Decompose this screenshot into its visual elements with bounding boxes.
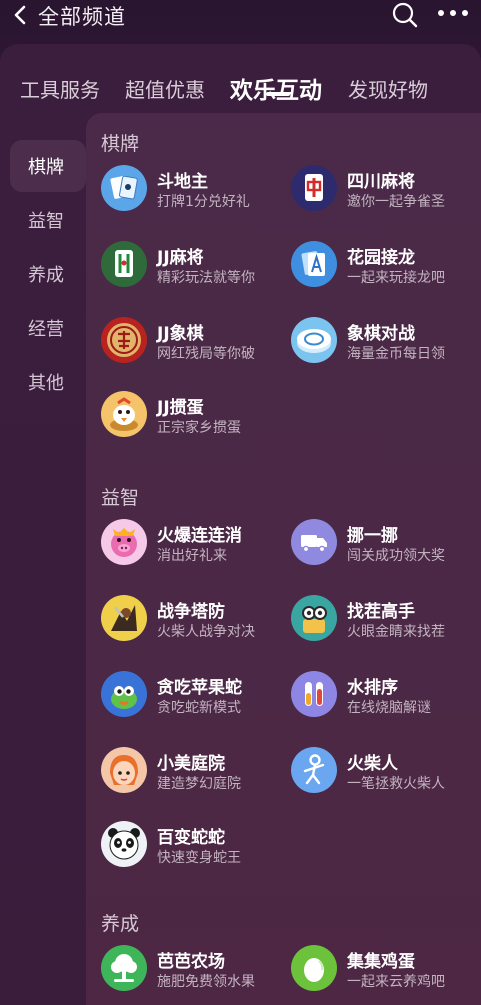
- search-icon[interactable]: [392, 2, 418, 28]
- item-name: 百变蛇蛇: [157, 828, 225, 848]
- poker-cards-icon: [101, 165, 147, 211]
- item-name: 四川麻将: [347, 172, 415, 192]
- section-title-puzzle: 益智: [101, 487, 140, 509]
- tab-fun[interactable]: 欢乐互动: [230, 71, 322, 105]
- sidenav-item-puzzle[interactable]: 益智: [10, 194, 86, 246]
- girl-face-icon: [101, 747, 147, 793]
- item-desc: 快速变身蛇王: [157, 850, 241, 866]
- farm-tree-icon: [101, 945, 147, 991]
- item-name: 贪吃苹果蛇: [157, 678, 242, 698]
- stickman-icon: [291, 747, 337, 793]
- item-desc: 火眼金睛来找茬: [347, 624, 445, 640]
- solitaire-card-icon: [291, 241, 337, 287]
- panda-icon: [101, 821, 147, 867]
- pig-icon: [101, 519, 147, 565]
- truck-icon: [291, 519, 337, 565]
- item-name: 花园接龙: [347, 248, 415, 268]
- more-dots-icon[interactable]: [437, 8, 469, 18]
- item-name: 找茬高手: [347, 602, 415, 622]
- item-desc: 消出好礼来: [157, 548, 227, 564]
- list-item[interactable]: 四川麻将 邀你一起争雀圣: [291, 165, 481, 225]
- item-desc: 一笔拯救火柴人: [347, 776, 445, 792]
- item-desc: 一起来玩接龙吧: [347, 270, 445, 286]
- item-name: 战争塔防: [157, 602, 225, 622]
- magnifier-face-icon: [291, 595, 337, 641]
- list-item[interactable]: 火爆连连消 消出好礼来: [101, 519, 291, 579]
- mahjong-bamboo-icon: [101, 241, 147, 287]
- item-desc: 贪吃蛇新模式: [157, 700, 241, 716]
- list-item[interactable]: 小美庭院 建造梦幻庭院: [101, 747, 291, 807]
- xiangqi-shuai-icon: [101, 317, 147, 363]
- item-name: 集集鸡蛋: [347, 952, 415, 972]
- list-item[interactable]: 斗地主 打牌1分兑好礼: [101, 165, 291, 225]
- list-item[interactable]: 火柴人 一笔拯救火柴人: [291, 747, 481, 807]
- list-item[interactable]: JJ麻将 精彩玩法就等你: [101, 241, 291, 301]
- item-name: JJ麻将: [157, 248, 204, 268]
- item-name: JJ掼蛋: [157, 398, 204, 418]
- list-item[interactable]: 水排序 在线烧脑解谜: [291, 671, 481, 731]
- item-name: 火爆连连消: [157, 526, 242, 546]
- list-item[interactable]: 挪一挪 闯关成功领大奖: [291, 519, 481, 579]
- tab-tools[interactable]: 工具服务: [20, 74, 100, 103]
- sidenav-item-other[interactable]: 其他: [10, 356, 86, 408]
- list-item[interactable]: 百变蛇蛇 快速变身蛇王: [101, 821, 291, 881]
- item-name: 水排序: [347, 678, 398, 698]
- item-name: 火柴人: [347, 754, 398, 774]
- sidenav-item-chess[interactable]: 棋牌: [10, 140, 86, 192]
- tab-deals[interactable]: 超值优惠: [125, 74, 205, 103]
- item-name: 芭芭农场: [157, 952, 225, 972]
- guandan-bird-icon: [101, 391, 147, 437]
- top-bar: 全部频道: [0, 0, 481, 32]
- item-desc: 海量金币每日领: [347, 346, 445, 362]
- xiangqi-piece-icon: [291, 317, 337, 363]
- channel-content: 棋牌 斗地主 打牌1分兑好礼 四川麻将 邀你一起争雀圣 JJ麻将 精彩玩法就等你…: [86, 113, 481, 1005]
- item-name: JJ象棋: [157, 324, 204, 344]
- section-title-chess: 棋牌: [101, 133, 140, 155]
- item-desc: 打牌1分兑好礼: [157, 194, 250, 210]
- list-item[interactable]: 贪吃苹果蛇 贪吃蛇新模式: [101, 671, 291, 731]
- active-tab-indicator: [266, 92, 290, 96]
- back-chevron-icon[interactable]: [12, 5, 28, 25]
- item-name: 小美庭院: [157, 754, 225, 774]
- list-item[interactable]: JJ象棋 网红残局等你破: [101, 317, 291, 377]
- list-item[interactable]: 象棋对战 海量金币每日领: [291, 317, 481, 377]
- item-desc: 在线烧脑解谜: [347, 700, 431, 716]
- item-desc: 精彩玩法就等你: [157, 270, 255, 286]
- item-desc: 闯关成功领大奖: [347, 548, 445, 564]
- water-tubes-icon: [291, 671, 337, 717]
- item-desc: 正宗家乡掼蛋: [157, 420, 241, 436]
- sidenav-item-raise[interactable]: 养成: [10, 248, 86, 300]
- egg-icon: [291, 945, 337, 991]
- item-name: 斗地主: [157, 172, 208, 192]
- list-item[interactable]: 找茬高手 火眼金睛来找茬: [291, 595, 481, 655]
- list-item[interactable]: 集集鸡蛋 一起来云养鸡吧: [291, 945, 481, 1005]
- channel-tabs: 工具服务 超值优惠 欢乐互动 发现好物: [0, 58, 481, 108]
- mahjong-zhong-icon: [291, 165, 337, 211]
- item-desc: 邀你一起争雀圣: [347, 194, 445, 210]
- snake-icon: [101, 671, 147, 717]
- item-name: 象棋对战: [347, 324, 415, 344]
- list-item[interactable]: JJ掼蛋 正宗家乡掼蛋: [101, 391, 291, 451]
- item-desc: 网红残局等你破: [157, 346, 255, 362]
- sidenav-item-manage[interactable]: 经营: [10, 302, 86, 354]
- warrior-icon: [101, 595, 147, 641]
- item-desc: 一起来云养鸡吧: [347, 974, 445, 990]
- category-sidenav: 棋牌 益智 养成 经营 其他: [0, 138, 90, 458]
- list-item[interactable]: 战争塔防 火柴人战争对决: [101, 595, 291, 655]
- tab-discover[interactable]: 发现好物: [348, 74, 428, 103]
- section-title-raise: 养成: [101, 913, 140, 935]
- item-desc: 施肥免费领水果: [157, 974, 255, 990]
- item-desc: 火柴人战争对决: [157, 624, 255, 640]
- page-title: 全部频道: [38, 5, 126, 29]
- item-desc: 建造梦幻庭院: [157, 776, 241, 792]
- item-name: 挪一挪: [347, 526, 398, 546]
- list-item[interactable]: 花园接龙 一起来玩接龙吧: [291, 241, 481, 301]
- list-item[interactable]: 芭芭农场 施肥免费领水果: [101, 945, 291, 1005]
